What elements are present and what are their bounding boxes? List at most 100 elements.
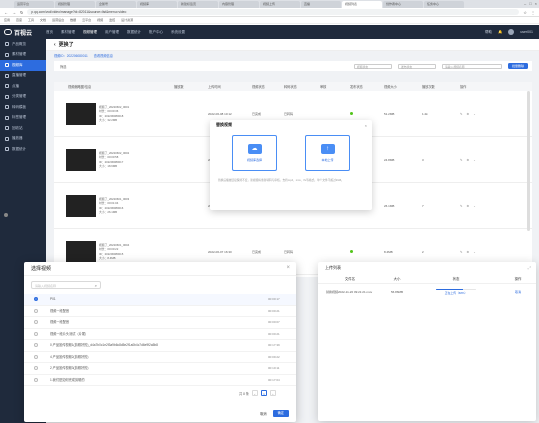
back-icon[interactable]: ← [4, 10, 8, 15]
browser-tab[interactable]: 视频上传 [260, 0, 300, 8]
radio-button[interactable] [34, 343, 38, 348]
top-nav-item[interactable]: 账户中心 [149, 30, 163, 35]
radio-button[interactable] [34, 331, 38, 336]
menu-icon[interactable]: ⋮ [531, 10, 535, 15]
sidebar-item[interactable]: 转码模板 [0, 102, 46, 113]
bell-icon[interactable]: 🔔 [498, 30, 502, 34]
sidebar-item[interactable]: 素材管理 [0, 50, 46, 61]
video-list-item[interactable]: 视频一段配音 00:00:21 [24, 306, 296, 317]
bookmark-item[interactable]: 运营后台 [52, 18, 64, 22]
chevron-down-icon[interactable]: ⌄ [473, 158, 476, 162]
sidebar-item[interactable]: 产品概览 [0, 39, 46, 50]
video-list-item[interactable]: 1.我们是如何完成剪辑的 00:17:04 [24, 375, 296, 386]
settings-icon[interactable]: ⚙ [467, 204, 470, 208]
bookmark-item[interactable]: 视频 [97, 18, 103, 22]
browser-tab[interactable]: 视频列表 [342, 0, 382, 8]
radio-button[interactable] [34, 377, 38, 382]
video-thumbnail[interactable] [66, 194, 96, 217]
top-nav-item[interactable]: 数据统计 [127, 30, 141, 35]
expand-icon[interactable]: ⤢ [528, 265, 531, 270]
reload-icon[interactable]: ↻ [20, 10, 23, 15]
top-nav-item[interactable]: 系统设置 [171, 30, 185, 35]
browser-tab[interactable]: 新建标签页 [178, 0, 218, 8]
browser-tab[interactable]: 运营平台 [14, 0, 54, 8]
chevron-down-icon[interactable]: ⌄ [473, 250, 476, 254]
video-search-input[interactable]: 请输入视频名称 ⌕ [31, 281, 101, 289]
radio-button[interactable] [34, 297, 38, 302]
sidebar-item[interactable]: 点播 [0, 81, 46, 92]
sidebar-item[interactable]: 播放器 [0, 134, 46, 145]
video-list-item[interactable]: 4.产品宣传视频2(剪辑好的) 00:09:22 [24, 352, 296, 363]
bookmark-item[interactable]: 百度 [16, 18, 22, 22]
bookmark-item[interactable]: 工具 [28, 18, 34, 22]
minimize-icon[interactable]: – [524, 1, 526, 6]
browser-tab[interactable]: 视频库 [137, 0, 177, 8]
confirm-button[interactable]: 确定 [272, 410, 289, 417]
bookmark-item[interactable]: 数据 [70, 18, 76, 22]
bookmark-item[interactable]: 设计资源 [121, 18, 133, 22]
bookmark-item[interactable]: 文档 [40, 18, 46, 22]
publish-select[interactable]: 发布状态 [397, 63, 436, 69]
star-icon[interactable]: ☆ [523, 10, 527, 15]
radio-button[interactable] [34, 320, 38, 325]
local-upload-card[interactable]: ↑ 本地上传 [305, 135, 350, 171]
video-list-item[interactable]: 2.产品宣传视频3(剪辑好的) 00:10:11 [24, 363, 296, 375]
browser-tab[interactable]: 视频管理 [55, 0, 95, 8]
chevron-down-icon[interactable]: ⌄ [473, 112, 476, 116]
avatar[interactable] [508, 29, 515, 35]
top-nav-item[interactable]: 用户管理 [105, 30, 119, 35]
video-list-item[interactable]: 0.产品宣传视频1(剪辑好的)_d4a7b0c1e2f3a9b6c8d5e2f1… [24, 340, 296, 352]
browser-tab[interactable]: 直播 [301, 0, 341, 8]
upload-cancel-button[interactable]: 取消 [500, 290, 536, 294]
bookmark-item[interactable]: 云平台 [82, 18, 91, 22]
forward-icon[interactable]: → [12, 10, 16, 15]
chevron-left-icon[interactable]: ‹ [54, 42, 56, 48]
edit-icon[interactable]: ✎ [460, 250, 463, 254]
radio-button[interactable] [34, 366, 38, 371]
name-search-input[interactable]: 请输入视频名称 [441, 63, 502, 69]
video-list-item[interactable]: 视频一段片头测试（片尾） 00:00:21 [24, 329, 296, 340]
help-link[interactable]: 帮助 [485, 30, 492, 35]
browser-tab[interactable]: 创作者中心 [383, 0, 423, 8]
batch-delete-button[interactable]: 批量删除 [507, 63, 528, 69]
page-number[interactable]: 1 [260, 390, 267, 396]
video-thumbnail[interactable] [66, 240, 96, 263]
settings-icon[interactable]: ⚙ [467, 112, 470, 116]
browser-tab[interactable]: 任务中心 [424, 0, 464, 8]
radio-button[interactable] [34, 308, 38, 313]
status-select[interactable]: 视频状态 [353, 63, 392, 69]
sidebar-item[interactable]: 视频库 [0, 60, 46, 71]
edit-icon[interactable]: ✎ [460, 204, 463, 208]
close-icon[interactable]: × [365, 123, 367, 128]
chevron-down-icon[interactable]: ⌄ [473, 204, 476, 208]
settings-icon[interactable]: ⚙ [467, 158, 470, 162]
close-icon[interactable]: × [535, 1, 537, 6]
maximize-icon[interactable]: □ [529, 1, 531, 6]
app-logo[interactable]: 百视云 [0, 28, 46, 37]
url-field[interactable]: p.qq.com/vod/video/manage?id=82011&sourc… [27, 9, 520, 15]
username[interactable]: user001 [520, 30, 533, 34]
breadcrumb-video-id[interactable]: 视频ID：202206080011 [54, 53, 88, 58]
bookmark-item[interactable]: 应用 [4, 18, 10, 22]
browser-tab[interactable]: 内容管理 [219, 0, 259, 8]
sidebar-item[interactable]: 分类管理 [0, 92, 46, 103]
search-icon[interactable]: ⌕ [95, 282, 97, 290]
browser-tab[interactable]: 企鹅号 [96, 0, 136, 8]
table-scrollbar[interactable] [527, 91, 530, 231]
video-list-item[interactable]: P01 00:00:17 [24, 294, 296, 306]
top-nav-item[interactable]: 首页 [46, 30, 53, 35]
cancel-button[interactable]: 取消 [260, 411, 266, 416]
edit-icon[interactable]: ✎ [460, 158, 463, 162]
video-list-item[interactable]: 视频一段配音 00:00:07 [24, 317, 296, 329]
top-nav-item[interactable]: 视频管理 [83, 30, 97, 35]
top-nav-item[interactable]: 素材管理 [61, 30, 75, 35]
settings-icon[interactable]: ⚙ [467, 250, 470, 254]
library-select-card[interactable]: ☁ 视频库选择 [232, 135, 277, 171]
video-thumbnail[interactable] [66, 148, 96, 171]
sidebar-item[interactable]: 直播管理 [0, 71, 46, 82]
sidebar-item[interactable]: 回收站 [0, 123, 46, 134]
video-thumbnail[interactable] [66, 102, 96, 125]
close-icon[interactable]: × [286, 265, 290, 271]
next-page-button[interactable]: › [269, 390, 276, 396]
prev-page-button[interactable]: ‹ [251, 390, 258, 396]
